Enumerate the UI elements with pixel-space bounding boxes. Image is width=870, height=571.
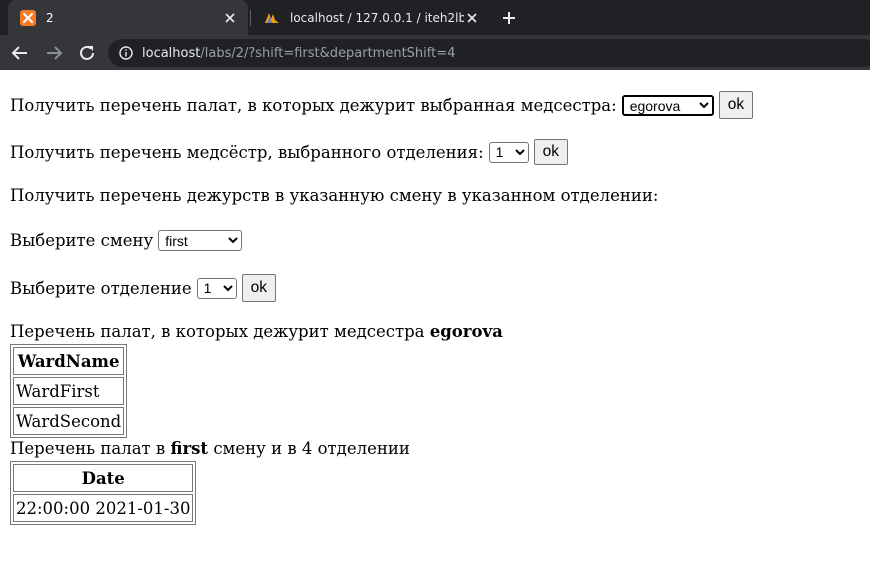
duties-caption-suffix: смену и в 4 отделении xyxy=(213,439,410,458)
department-nurses-label: Получить перечень медсёстр, выбранного о… xyxy=(10,142,484,162)
wards-caption-nurse: egorova xyxy=(429,322,503,341)
tab-title: localhost / 127.0.0.1 / iteh2lb1var xyxy=(290,10,464,25)
url-host: localhost xyxy=(142,45,201,61)
table-row: WardFirst xyxy=(13,377,125,405)
wards-table: WardName WardFirst WardSecond xyxy=(10,344,128,438)
table-row: WardSecond xyxy=(13,407,125,435)
new-tab-icon[interactable] xyxy=(498,7,520,29)
tab-title: 2 xyxy=(46,10,54,25)
tab-phpmyadmin[interactable]: localhost / 127.0.0.1 / iteh2lb1var xyxy=(252,0,490,35)
url-text: localhost/labs/2/?shift=first&department… xyxy=(142,46,455,61)
back-arrow-icon[interactable] xyxy=(8,41,32,65)
table-header-cell: Date xyxy=(13,464,194,492)
department-form-row: Выберите отделение 1 ok xyxy=(10,274,277,302)
nurse-wards-label: Получить перечень палат, в которых дежур… xyxy=(10,95,617,115)
shift-form-row: Выберите смену first xyxy=(10,230,243,251)
ok-button-department[interactable]: ok xyxy=(533,139,569,165)
shift-label: Выберите смену xyxy=(10,231,154,250)
reload-icon[interactable] xyxy=(75,41,99,65)
tab-divider xyxy=(250,10,251,26)
nurse-select[interactable]: egorova xyxy=(621,94,714,116)
duties-caption: Перечень палат в first смену и в 4 отдел… xyxy=(10,439,410,458)
page-content: Получить перечень палат, в которых дежур… xyxy=(0,70,870,571)
close-tab-icon[interactable] xyxy=(222,10,238,26)
wards-caption-prefix: Перечень палат, в которых дежурит медсес… xyxy=(10,322,425,341)
forward-arrow-icon[interactable] xyxy=(42,41,66,65)
department-select[interactable]: 1 xyxy=(488,141,529,163)
site-info-icon[interactable] xyxy=(118,45,134,61)
table-row: 22:00:00 2021-01-30 xyxy=(13,494,194,522)
duties-table: Date 22:00:00 2021-01-30 xyxy=(10,461,197,525)
xampp-icon xyxy=(20,9,36,26)
table-header-row: Date xyxy=(13,464,194,492)
wards-caption: Перечень палат, в которых дежурит медсес… xyxy=(10,322,503,341)
browser-toolbar: localhost/labs/2/?shift=first&department… xyxy=(0,35,870,70)
ok-button-nurse[interactable]: ok xyxy=(718,91,754,119)
address-bar[interactable]: localhost/labs/2/?shift=first&department… xyxy=(108,39,870,67)
department-nurses-form: Получить перечень медсёстр, выбранного о… xyxy=(10,139,569,165)
shift-select[interactable]: first xyxy=(158,230,243,251)
close-tab-icon[interactable] xyxy=(464,10,480,26)
tab-active[interactable]: 2 xyxy=(8,0,248,35)
table-cell: 22:00:00 2021-01-30 xyxy=(13,494,194,522)
ok-button-duties[interactable]: ok xyxy=(241,274,277,302)
department-shift-select[interactable]: 1 xyxy=(196,277,237,299)
duties-caption-shift: first xyxy=(170,439,209,458)
duties-heading: Получить перечень дежурств в указанную с… xyxy=(10,186,658,205)
tab-bar: 2 localhost / 127.0.0.1 / iteh2lb1var xyxy=(0,0,870,35)
duties-caption-prefix: Перечень палат в xyxy=(10,439,166,458)
phpmyadmin-icon xyxy=(264,10,280,26)
table-cell: WardSecond xyxy=(13,407,125,435)
department-label: Выберите отделение xyxy=(10,278,192,298)
nurse-wards-form: Получить перечень палат, в которых дежур… xyxy=(10,91,754,119)
table-header-row: WardName xyxy=(13,347,125,375)
table-header-cell: WardName xyxy=(13,347,125,375)
url-path: /labs/2/?shift=first&departmentShift=4 xyxy=(200,45,456,61)
table-cell: WardFirst xyxy=(13,377,125,405)
duties-label: Получить перечень дежурств в указанную с… xyxy=(10,186,659,205)
